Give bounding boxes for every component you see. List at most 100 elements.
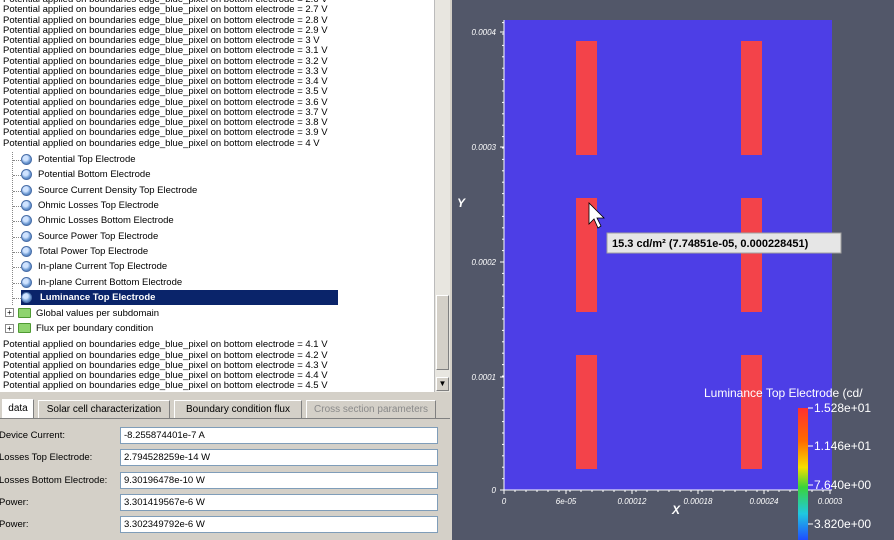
x-axis-label: X (671, 503, 681, 517)
scroll-down-icon[interactable]: ▼ (436, 377, 449, 391)
property-value-field[interactable]: 3.302349792e-6 W (120, 516, 438, 534)
tree-guide (13, 160, 21, 161)
left-panel: Potential applied on boundaries edge_blu… (0, 0, 450, 540)
x-tick-label: 0.00024 (750, 497, 779, 506)
tab-data[interactable]: data (2, 399, 34, 418)
result-item[interactable]: Total Power Top Electrode (21, 244, 148, 259)
property-value-field[interactable]: 2.794528259e-14 W (120, 449, 438, 467)
tree-item[interactable]: Potential applied on boundaries edge_blu… (3, 4, 328, 15)
pixel-stripe (741, 198, 762, 312)
tree-guide (13, 221, 21, 223)
property-value-field[interactable]: 3.301419567e-6 W (120, 493, 438, 511)
tree-item[interactable]: Potential applied on boundaries edge_blu… (3, 86, 328, 97)
result-item[interactable]: Ohmic Losses Bottom Electrode (21, 213, 174, 228)
y-tick-label: 0 (492, 486, 497, 495)
tree-item[interactable]: Potential applied on boundaries edge_blu… (3, 127, 328, 138)
pixel-stripe (576, 41, 597, 155)
expand-icon[interactable]: + (5, 323, 14, 333)
x-tick-label: 0 (502, 497, 507, 506)
tab-boundary-condition-flux[interactable]: Boundary condition flux (174, 400, 302, 418)
result-icon (21, 261, 32, 273)
property-value-field[interactable]: -8.255874401e-7 A (120, 427, 438, 444)
result-item[interactable]: In-plane Current Top Electrode (21, 259, 167, 274)
result-icon (21, 246, 32, 258)
results-tree[interactable]: Potential applied on boundaries edge_blu… (0, 0, 434, 392)
tree-guide (13, 252, 21, 254)
x-tick-label: 0.00018 (684, 497, 713, 506)
property-row: Power: 3.302349792e-6 W (0, 514, 450, 536)
property-label: Power: (0, 496, 29, 508)
property-value-field[interactable]: 9.30196478e-10 W (120, 471, 438, 489)
legend-title: Luminance Top Electrode (cd/ (704, 386, 863, 400)
property-label: Device Current: (0, 430, 65, 441)
tree-item[interactable]: Potential applied on boundaries edge_blu… (3, 340, 328, 351)
result-label: Luminance Top Electrode (40, 292, 156, 304)
legend-value: 3.820e+00 (814, 517, 871, 531)
tree-guide (13, 282, 21, 284)
tree-item[interactable]: Potential applied on boundaries edge_blu… (3, 381, 328, 392)
property-row: Losses Bottom Electrode: 9.30196478e-10 W (0, 470, 450, 492)
result-item[interactable]: In-plane Current Bottom Electrode (21, 275, 182, 290)
result-item[interactable]: Ohmic Losses Top Electrode (21, 198, 159, 213)
scrollbar-thumb[interactable] (436, 295, 449, 370)
folder-icon (18, 307, 31, 318)
result-label: Total Power Top Electrode (38, 246, 149, 258)
property-label: Losses Top Electrode: (0, 452, 93, 464)
luminance-plot[interactable]: 0 0.0001 0.0002 0.0003 0.0004 0 6e-05 0.00012 0.… (452, 0, 894, 540)
property-row: Device Current: -8.255874401e-7 A (0, 425, 450, 447)
tree-guide (13, 175, 21, 177)
result-icon (21, 200, 32, 212)
x-tick-label: 6e-05 (556, 497, 577, 506)
folder-item[interactable]: + Flux per boundary condition (5, 321, 153, 336)
result-label: Potential Bottom Electrode (38, 169, 151, 181)
legend-color-bar (798, 408, 808, 540)
result-icon (21, 169, 32, 181)
pixel-stripe (576, 355, 597, 469)
legend-value: 1.528e+01 (814, 401, 871, 415)
y-axis-label: Y (457, 196, 466, 210)
result-label: Source Power Top Electrode (38, 230, 159, 242)
tree-scrollbar[interactable]: ▼ (434, 0, 450, 392)
folder-label: Flux per boundary condition (36, 322, 154, 334)
plot-view[interactable]: 0 0.0001 0.0002 0.0003 0.0004 0 6e-05 0.00012 0.… (452, 0, 894, 540)
tree-item[interactable]: Potential applied on boundaries edge_blu… (3, 45, 328, 56)
tree-guide (13, 267, 21, 269)
result-label: Ohmic Losses Top Electrode (38, 200, 159, 212)
tooltip-text: 15.3 cd/m² (7.74851e-05, 0.000228451) (612, 238, 809, 250)
tree-guide (13, 206, 21, 208)
property-label: Power: (0, 519, 29, 531)
result-item[interactable]: Luminance Top Electrode (21, 290, 338, 306)
expand-icon[interactable]: + (5, 308, 14, 318)
tab-bar: data Solar cell characterization Boundary … (0, 399, 450, 418)
pixel-stripe (741, 355, 762, 469)
tab-cross-section-parameters: Cross section parameters (306, 400, 436, 418)
properties-panel: Device Current: -8.255874401e-7 A Losses T… (0, 418, 450, 540)
y-tick-label: 0.0003 (472, 143, 497, 152)
tree-guide (13, 236, 21, 238)
folder-item[interactable]: + Global values per subdomain (5, 306, 159, 321)
result-icon (21, 292, 32, 304)
result-label: Source Current Density Top Electrode (38, 184, 198, 196)
tab-solar-cell-characterization[interactable]: Solar cell characterization (38, 400, 170, 418)
result-icon (21, 184, 32, 196)
result-item[interactable]: Potential Top Electrode (21, 152, 136, 167)
result-icon (21, 215, 32, 227)
y-tick-label: 0.0004 (472, 28, 497, 37)
pixel-stripe (741, 41, 762, 155)
folder-icon (18, 323, 31, 334)
folder-label: Global values per subdomain (36, 307, 160, 319)
tree-guide (13, 190, 21, 192)
result-label: Potential Top Electrode (38, 154, 136, 165)
tree-item[interactable]: Potential applied on boundaries edge_blu… (3, 138, 320, 149)
result-icon (21, 276, 32, 288)
result-label: Ohmic Losses Bottom Electrode (38, 215, 174, 227)
property-row: Losses Top Electrode: 2.794528259e-14 W (0, 447, 450, 469)
result-icon (21, 230, 32, 242)
legend-value: 1.146e+01 (814, 439, 871, 453)
tree-guide (13, 298, 21, 300)
result-item[interactable]: Source Current Density Top Electrode (21, 183, 197, 198)
x-tick-label: 0.0003 (818, 497, 843, 506)
result-label: In-plane Current Bottom Electrode (38, 276, 183, 288)
result-item[interactable]: Potential Bottom Electrode (21, 167, 150, 182)
result-item[interactable]: Source Power Top Electrode (21, 229, 158, 244)
